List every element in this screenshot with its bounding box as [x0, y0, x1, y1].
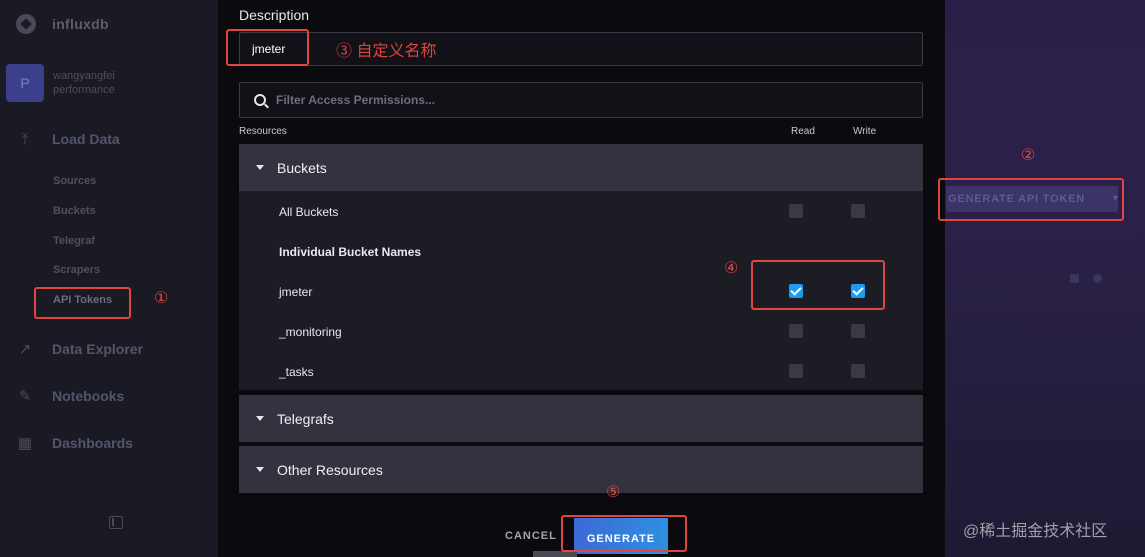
- sidebar-item-telegraf[interactable]: Telegraf: [53, 235, 95, 247]
- annotation-box-4: [751, 260, 885, 310]
- annotation-box-1: [34, 287, 131, 319]
- gear-icon[interactable]: [1093, 274, 1102, 283]
- trash-icon[interactable]: [1070, 274, 1079, 283]
- search-icon: [254, 94, 266, 106]
- org-switcher[interactable]: P wangyangfei performance: [6, 64, 115, 102]
- row-tasks-label: _tasks: [279, 365, 314, 379]
- cancel-button[interactable]: CANCEL: [505, 530, 557, 542]
- org-user: wangyangfei: [53, 70, 115, 82]
- filter-permissions-box[interactable]: [239, 82, 923, 118]
- org-name: performance: [53, 84, 115, 96]
- row-jmeter-label: jmeter: [279, 285, 313, 299]
- section-buckets-title: Buckets: [277, 159, 327, 176]
- line-chart-icon: ↗: [18, 341, 32, 358]
- annotation-label-4: ④: [724, 260, 739, 277]
- sidebar-item-buckets[interactable]: Buckets: [53, 205, 96, 217]
- brand[interactable]: influxdb: [16, 14, 109, 34]
- caret-down-icon: [256, 467, 264, 472]
- caret-down-icon: [256, 165, 264, 170]
- checkbox-monitoring-read[interactable]: [789, 324, 803, 338]
- nav-dashboards-label: Dashboards: [52, 435, 133, 451]
- section-telegrafs-title: Telegrafs: [277, 410, 334, 427]
- brand-name: influxdb: [52, 16, 109, 32]
- watermark: @稀土掘金技术社区: [963, 523, 1108, 540]
- nav-data-explorer[interactable]: ↗ Data Explorer: [16, 340, 143, 358]
- column-header-read: Read: [791, 126, 815, 137]
- pencil-icon: ✎: [18, 388, 32, 405]
- caret-down-icon: [256, 416, 264, 421]
- sidebar-item-sources[interactable]: Sources: [53, 175, 96, 187]
- row-monitoring-label: _monitoring: [279, 325, 342, 339]
- avatar: P: [6, 64, 44, 102]
- column-header-write: Write: [853, 126, 877, 137]
- filter-permissions-input[interactable]: [276, 84, 906, 116]
- influxdb-logo-icon: [16, 14, 36, 34]
- dashboard-grid-icon: ▦: [17, 435, 33, 452]
- checkbox-tasks-write[interactable]: [851, 364, 865, 378]
- sidebar-item-scrapers[interactable]: Scrapers: [53, 264, 100, 276]
- nav-notebooks-label: Notebooks: [52, 388, 125, 404]
- annotation-box-2: [938, 178, 1124, 221]
- sidebar: influxdb P wangyangfei performance ⤒ Loa…: [0, 0, 218, 557]
- checkbox-all-buckets-read[interactable]: [789, 204, 803, 218]
- checkbox-monitoring-write[interactable]: [851, 324, 865, 338]
- nav-load-data-label: Load Data: [52, 131, 120, 147]
- individual-buckets-heading: Individual Bucket Names: [279, 245, 422, 259]
- section-telegrafs-header[interactable]: Telegrafs: [239, 395, 923, 442]
- annotation-label-3: ③ 自定义名称: [336, 43, 437, 60]
- annotation-label-5: ⑤: [606, 484, 621, 501]
- nav-data-explorer-label: Data Explorer: [52, 341, 144, 357]
- page-background-right: [945, 0, 1145, 557]
- annotation-label-2: ②: [1021, 147, 1036, 164]
- row-all-buckets-label: All Buckets: [279, 205, 339, 219]
- nav-notebooks[interactable]: ✎ Notebooks: [16, 387, 125, 405]
- section-other-header[interactable]: Other Resources: [239, 446, 923, 493]
- annotation-box-3: [226, 29, 309, 66]
- annotation-label-1: ①: [154, 290, 169, 307]
- checkbox-tasks-read[interactable]: [789, 364, 803, 378]
- nav-dashboards[interactable]: ▦ Dashboards: [16, 434, 133, 452]
- nav-load-data[interactable]: ⤒ Load Data: [16, 130, 120, 148]
- annotation-box-5: [561, 515, 687, 552]
- section-other-title: Other Resources: [277, 461, 383, 478]
- collapse-sidebar-icon[interactable]: [109, 516, 123, 529]
- description-label: Description: [239, 7, 310, 23]
- checkbox-all-buckets-write[interactable]: [851, 204, 865, 218]
- upload-icon: ⤒: [21, 130, 29, 148]
- column-header-resources: Resources: [239, 126, 287, 137]
- section-buckets-header[interactable]: Buckets: [239, 144, 923, 191]
